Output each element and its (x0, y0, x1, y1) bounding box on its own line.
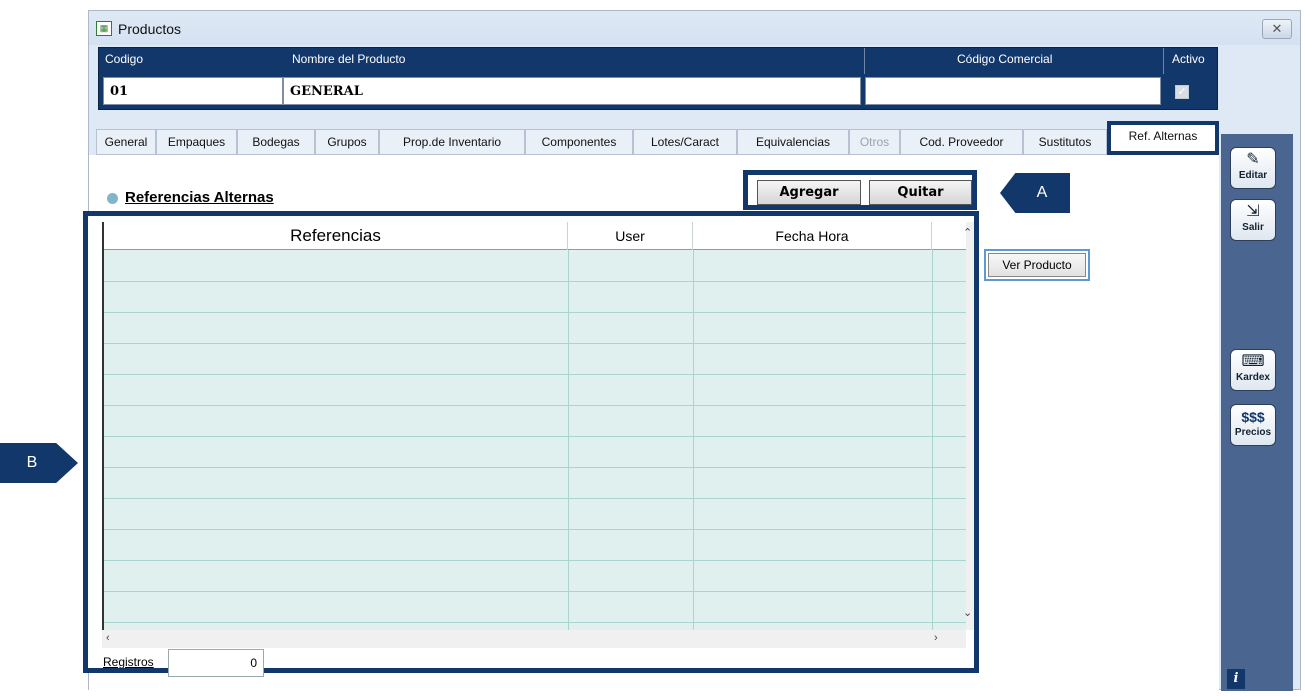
agregar-button[interactable]: Agregar (757, 180, 861, 205)
referencias-grid-frame: Referencias User Fecha Hora ⌃ ⌄ ‹ › (83, 211, 979, 673)
vertical-scrollbar[interactable]: ⌃ ⌄ (963, 222, 974, 630)
tab-grupos[interactable]: Grupos (315, 129, 379, 155)
productos-window: ▦ Productos ✕ Codigo Nombre del Producto… (83, 10, 1301, 691)
salir-label: Salir (1242, 222, 1264, 233)
comercial-label: Código Comercial (957, 52, 1053, 66)
referencias-grid[interactable]: Referencias User Fecha Hora (102, 222, 966, 630)
tab-lotes-caract[interactable]: Lotes/Caract (633, 129, 737, 155)
tab-componentes[interactable]: Componentes (525, 129, 633, 155)
kardex-button[interactable]: ⌨ Kardex (1230, 349, 1276, 391)
editar-button[interactable]: ✎ Editar (1230, 147, 1276, 189)
grid-row-line (104, 312, 966, 313)
title-bar: ▦ Productos ✕ (89, 11, 1300, 45)
grid-row-line (104, 467, 966, 468)
comercial-field[interactable] (865, 77, 1161, 105)
grid-row-line (104, 374, 966, 375)
column-divider (568, 250, 569, 630)
activo-label: Activo (1172, 52, 1205, 66)
scroll-left-icon[interactable]: ‹ (106, 632, 110, 644)
bullet-icon (107, 193, 118, 204)
ver-producto-label: Ver Producto (988, 253, 1086, 277)
callout-b: B (0, 443, 78, 483)
scroll-right-icon[interactable]: › (934, 632, 938, 644)
column-divider (693, 250, 694, 630)
codigo-field[interactable]: 01 (103, 77, 283, 105)
header-divider (1163, 48, 1164, 74)
nombre-field[interactable]: GENERAL (283, 77, 861, 105)
kardex-label: Kardex (1236, 372, 1270, 383)
column-divider (932, 250, 933, 630)
nombre-label: Nombre del Producto (292, 52, 406, 66)
grid-row-line (104, 343, 966, 344)
registros-count: 0 (168, 649, 264, 677)
column-header-user[interactable]: User (568, 222, 693, 250)
form-icon: ▦ (96, 21, 112, 36)
registros-label: Registros (103, 655, 154, 669)
tab-bodegas[interactable]: Bodegas (237, 129, 315, 155)
money-icon: $$$ (1241, 409, 1265, 425)
tab-equivalencias[interactable]: Equivalencias (737, 129, 849, 155)
editar-label: Editar (1238, 170, 1268, 181)
precios-label: Precios (1234, 427, 1272, 438)
close-button[interactable]: ✕ (1262, 19, 1292, 39)
grid-row-line (104, 529, 966, 530)
salir-button[interactable]: ⇲ Salir (1230, 199, 1276, 241)
grid-row-line (104, 281, 966, 282)
scroll-down-icon[interactable]: ⌄ (963, 606, 972, 619)
grid-row-line (104, 622, 966, 623)
action-buttons: Agregar Quitar (743, 170, 977, 210)
tab-empaques[interactable]: Empaques (156, 129, 237, 155)
keyboard-icon: ⌨ (1241, 353, 1265, 370)
precios-button[interactable]: $$$ Precios (1230, 404, 1276, 446)
codigo-label: Codigo (105, 52, 144, 66)
tab-prop-inventario[interactable]: Prop.de Inventario (379, 129, 525, 155)
tab-general[interactable]: General (96, 129, 156, 155)
grid-row-line (104, 498, 966, 499)
tab-cod-proveedor[interactable]: Cod. Proveedor (900, 129, 1023, 155)
grid-header: Referencias User Fecha Hora (104, 222, 966, 250)
edit-icon: ✎ (1246, 151, 1260, 168)
tab-ref-alternas[interactable]: Ref. Alternas (1107, 121, 1219, 155)
info-icon[interactable]: i (1227, 669, 1245, 689)
quitar-button[interactable]: Quitar (869, 180, 972, 205)
exit-door-icon: ⇲ (1246, 203, 1260, 220)
grid-row-line (104, 405, 966, 406)
section-title: Referencias Alternas (125, 189, 274, 206)
window-title: Productos (118, 21, 182, 37)
activo-checkbox[interactable]: ✓ (1175, 85, 1189, 99)
grid-row-line (104, 436, 966, 437)
scroll-up-icon[interactable]: ⌃ (963, 226, 972, 239)
horizontal-scrollbar[interactable]: ‹ › (102, 630, 966, 648)
product-header: Codigo Nombre del Producto Código Comerc… (98, 47, 1218, 110)
grid-row-line (104, 591, 966, 592)
grid-row-line (104, 560, 966, 561)
ver-producto-button[interactable]: Ver Producto (984, 249, 1090, 281)
column-header-referencias[interactable]: Referencias (104, 222, 568, 250)
tab-otros: Otros (849, 129, 900, 155)
column-header-fecha-hora[interactable]: Fecha Hora (693, 222, 932, 250)
header-divider (864, 48, 865, 74)
tab-sustitutos[interactable]: Sustitutos (1023, 129, 1107, 155)
